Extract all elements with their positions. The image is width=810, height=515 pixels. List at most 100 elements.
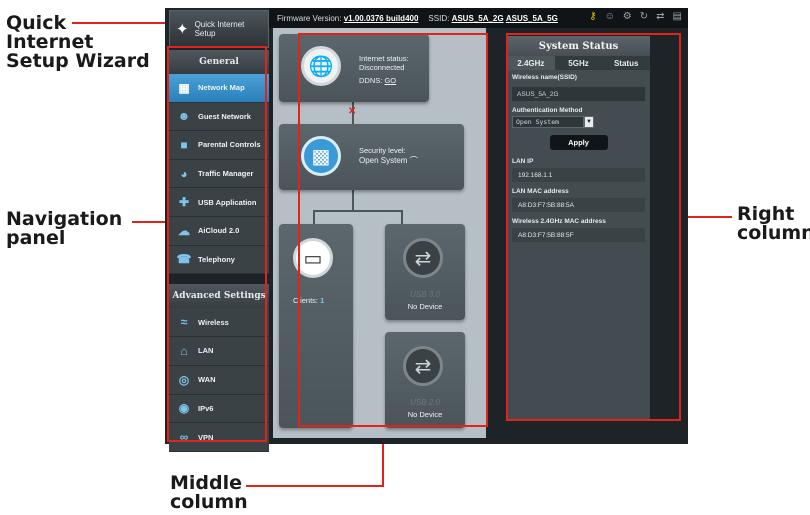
annotation-nav: Navigation panel — [6, 210, 122, 248]
traffic-manager-icon: ◕ — [180, 166, 188, 181]
nav-item-label: Telephony — [198, 254, 235, 264]
lan-ip-value: 192.168.1.1 — [512, 168, 645, 182]
link-icon[interactable]: ↻ — [640, 11, 648, 22]
settings-gear-icon[interactable]: ⚙ — [623, 11, 632, 22]
apply-button[interactable]: Apply — [549, 135, 608, 150]
lan-mac-value: A8:D3:F7:5B:88:5A — [512, 198, 645, 212]
nav-item-label: Wireless — [198, 317, 229, 327]
annotation-qis-line3: Setup Wizard — [6, 50, 150, 72]
globe-icon: 🌐 — [301, 46, 341, 86]
lan-ip-label: LAN IP — [512, 158, 534, 165]
internet-status-label: Internet status: — [359, 54, 409, 63]
nav-item-label: USB Application — [198, 197, 257, 207]
firmware-label: Firmware Version: — [277, 13, 342, 23]
annotation-right: Right column — [737, 205, 810, 243]
disconnected-x-icon: ✕ — [348, 106, 357, 117]
usb30-status: No Device — [407, 302, 443, 311]
annotation-nav-line2: panel — [6, 227, 66, 249]
usb-status-icon[interactable]: ⇄ — [656, 11, 664, 22]
clients-card[interactable]: ▭ Clients: 1 — [279, 224, 353, 428]
network-map-middle-column: ✕ 🌐 Internet status: Disconnected DDNS: … — [273, 28, 486, 438]
unlocked-icon: ⌒ — [409, 156, 418, 165]
ssid-label: SSID: — [428, 13, 450, 23]
nav-item-guest-network[interactable]: ☻ Guest Network — [169, 102, 269, 132]
router-icon: ▩ — [301, 136, 341, 176]
nav-item-network-map[interactable]: ▦ Network Map — [169, 74, 269, 103]
usb-icon: ⇄ — [403, 346, 443, 386]
qis-label-line1: Quick Internet — [194, 20, 245, 29]
wireless-icon: ≈ — [180, 315, 188, 330]
aicloud-icon: ☁ — [178, 223, 190, 238]
nav-item-label: Network Map — [198, 83, 245, 93]
advanced-settings-section: Advanced Settings ≈ Wireless ⌂ LAN ◎ WAN… — [169, 284, 269, 453]
auth-method-select[interactable]: Open System ▼ — [512, 116, 645, 128]
nav-item-ipv6[interactable]: ◉ IPv6 — [169, 394, 269, 424]
qis-label-line2: Setup — [194, 29, 216, 38]
tab-2-4ghz[interactable]: 2.4GHz — [507, 56, 555, 70]
wireless-mac-label: Wireless 2.4GHz MAC address — [512, 218, 606, 225]
nav-item-traffic-manager[interactable]: ◕ Traffic Manager — [169, 159, 269, 189]
firmware-version-link[interactable]: v1.00.0376 build400 — [344, 14, 419, 23]
printer-icon[interactable]: ▤ — [673, 11, 682, 22]
nav-item-wan[interactable]: ◎ WAN — [169, 365, 269, 395]
frequency-tabs: 2.4GHz 5GHz Status — [507, 56, 651, 70]
usb20-label: USB 2.0 — [410, 398, 440, 407]
wireless-mac-value: A8:D3:F7:5B:88:5F — [512, 228, 645, 242]
usb30-label: USB 3.0 — [410, 290, 440, 299]
nav-item-parental-controls[interactable]: ■ Parental Controls — [169, 131, 269, 160]
users-icon[interactable]: ☺ — [605, 11, 615, 22]
ssid-input[interactable]: ASUS_5A_2G — [512, 87, 645, 101]
annotation-right-line2: column — [737, 222, 810, 244]
nav-item-wireless[interactable]: ≈ Wireless — [169, 308, 269, 337]
nav-item-vpn[interactable]: ∞ VPN — [169, 423, 269, 453]
auth-method-label: Authentication Method — [512, 107, 583, 114]
ssid-2g-link[interactable]: ASUS_5A_2G — [452, 14, 504, 23]
magic-wand-icon: ✦ — [176, 20, 189, 38]
tab-status[interactable]: Status — [602, 56, 651, 70]
tab-5ghz[interactable]: 5GHz — [554, 56, 603, 70]
chevron-down-icon: ▼ — [584, 116, 594, 128]
connector-usb — [401, 210, 403, 224]
nav-item-telephony[interactable]: ☎ Telephony — [169, 245, 269, 275]
system-status-title: System Status — [507, 36, 650, 56]
usb-application-icon: ✚ — [178, 195, 190, 210]
connector-clients — [313, 210, 315, 224]
parental-controls-icon: ■ — [180, 137, 188, 152]
annotation-middle-line2: column — [170, 491, 248, 513]
nav-item-lan[interactable]: ⌂ LAN — [169, 336, 269, 366]
internet-status-card[interactable]: 🌐 Internet status: Disconnected DDNS: GO — [279, 34, 429, 102]
network-map-icon: ▦ — [178, 80, 190, 95]
lan-icon: ⌂ — [180, 343, 188, 358]
wan-icon: ◎ — [178, 372, 190, 387]
ssid-5g-link[interactable]: ASUS_5A_5G — [506, 14, 558, 23]
status-icons: ⚷ ☺ ⚙ ↻ ⇄ ▤ — [589, 11, 682, 22]
clients-count[interactable]: 1 — [320, 296, 324, 305]
router-security-card[interactable]: ▩ Security level: Open System ⌒ — [279, 124, 464, 190]
annotation-middle: Middle column — [170, 474, 248, 512]
key-icon[interactable]: ⚷ — [589, 11, 596, 22]
connector-branch — [313, 210, 403, 212]
usb-icon: ⇄ — [403, 238, 443, 278]
nav-item-label: Traffic Manager — [198, 169, 254, 179]
system-status-panel: System Status 2.4GHz 5GHz Status Wireles… — [507, 36, 651, 419]
security-level-label: Security level: — [359, 146, 406, 155]
usb30-card[interactable]: ⇄ USB 3.0 No Device — [385, 224, 465, 320]
nav-item-aicloud[interactable]: ☁ AiCloud 2.0 — [169, 216, 269, 246]
lan-mac-label: LAN MAC address — [512, 188, 569, 195]
nav-item-label: Guest Network — [198, 111, 251, 121]
security-level-value: Open System — [359, 156, 408, 165]
internet-status-value: Disconnected — [359, 63, 405, 72]
usb20-status: No Device — [407, 410, 443, 419]
clients-label: Clients: — [293, 296, 319, 305]
nav-item-label: WAN — [198, 375, 216, 385]
annotation-middle-leader-h — [246, 485, 384, 487]
ipv6-icon: ◉ — [178, 401, 190, 416]
nav-item-usb-application[interactable]: ✚ USB Application — [169, 188, 269, 217]
usb20-card[interactable]: ⇄ USB 2.0 No Device — [385, 332, 465, 428]
ssid-field-label: Wireless name(SSID) — [512, 74, 577, 81]
quick-internet-setup-button[interactable]: ✦ Quick Internet Setup — [169, 10, 269, 48]
telephony-icon: ☎ — [176, 252, 192, 267]
ddns-go-link[interactable]: GO — [384, 76, 396, 85]
monitor-icon: ▭ — [293, 238, 333, 278]
nav-item-label: Parental Controls — [198, 140, 261, 150]
